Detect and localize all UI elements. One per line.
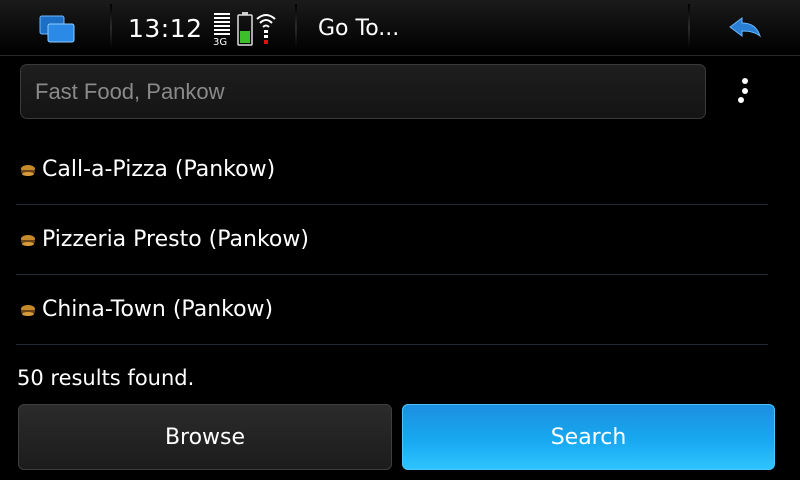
status-bar: 13:12 3G Go To... bbox=[0, 0, 800, 56]
menu-icon[interactable] bbox=[736, 76, 750, 106]
wifi-icon bbox=[256, 14, 276, 44]
back-icon[interactable] bbox=[728, 16, 762, 42]
list-item-label: Pizzeria Presto (Pankow) bbox=[42, 227, 309, 252]
divider bbox=[688, 4, 690, 50]
food-icon bbox=[21, 234, 35, 246]
signal-icon: 3G bbox=[213, 13, 230, 47]
divider bbox=[295, 4, 297, 50]
list-item[interactable]: China-Town (Pankow) bbox=[16, 275, 768, 345]
divider bbox=[110, 4, 112, 50]
list-item[interactable]: Pizzeria Presto (Pankow) bbox=[16, 205, 768, 275]
search-button[interactable]: Search bbox=[402, 404, 775, 470]
page-title: Go To... bbox=[318, 16, 400, 41]
food-icon bbox=[21, 304, 35, 316]
list-item[interactable]: Call-a-Pizza (Pankow) bbox=[16, 135, 768, 205]
food-icon bbox=[21, 164, 35, 176]
search-input[interactable] bbox=[20, 64, 706, 119]
clock[interactable]: 13:12 bbox=[128, 14, 203, 43]
list-item-label: Call-a-Pizza (Pankow) bbox=[42, 157, 276, 182]
results-list: Call-a-Pizza (Pankow) Pizzeria Presto (P… bbox=[16, 135, 768, 345]
battery-icon bbox=[237, 12, 253, 46]
task-switcher-icon[interactable] bbox=[38, 14, 76, 44]
browse-button[interactable]: Browse bbox=[18, 404, 392, 470]
list-item-label: China-Town (Pankow) bbox=[42, 297, 274, 322]
network-label: 3G bbox=[213, 37, 227, 47]
results-count: 50 results found. bbox=[17, 366, 195, 390]
